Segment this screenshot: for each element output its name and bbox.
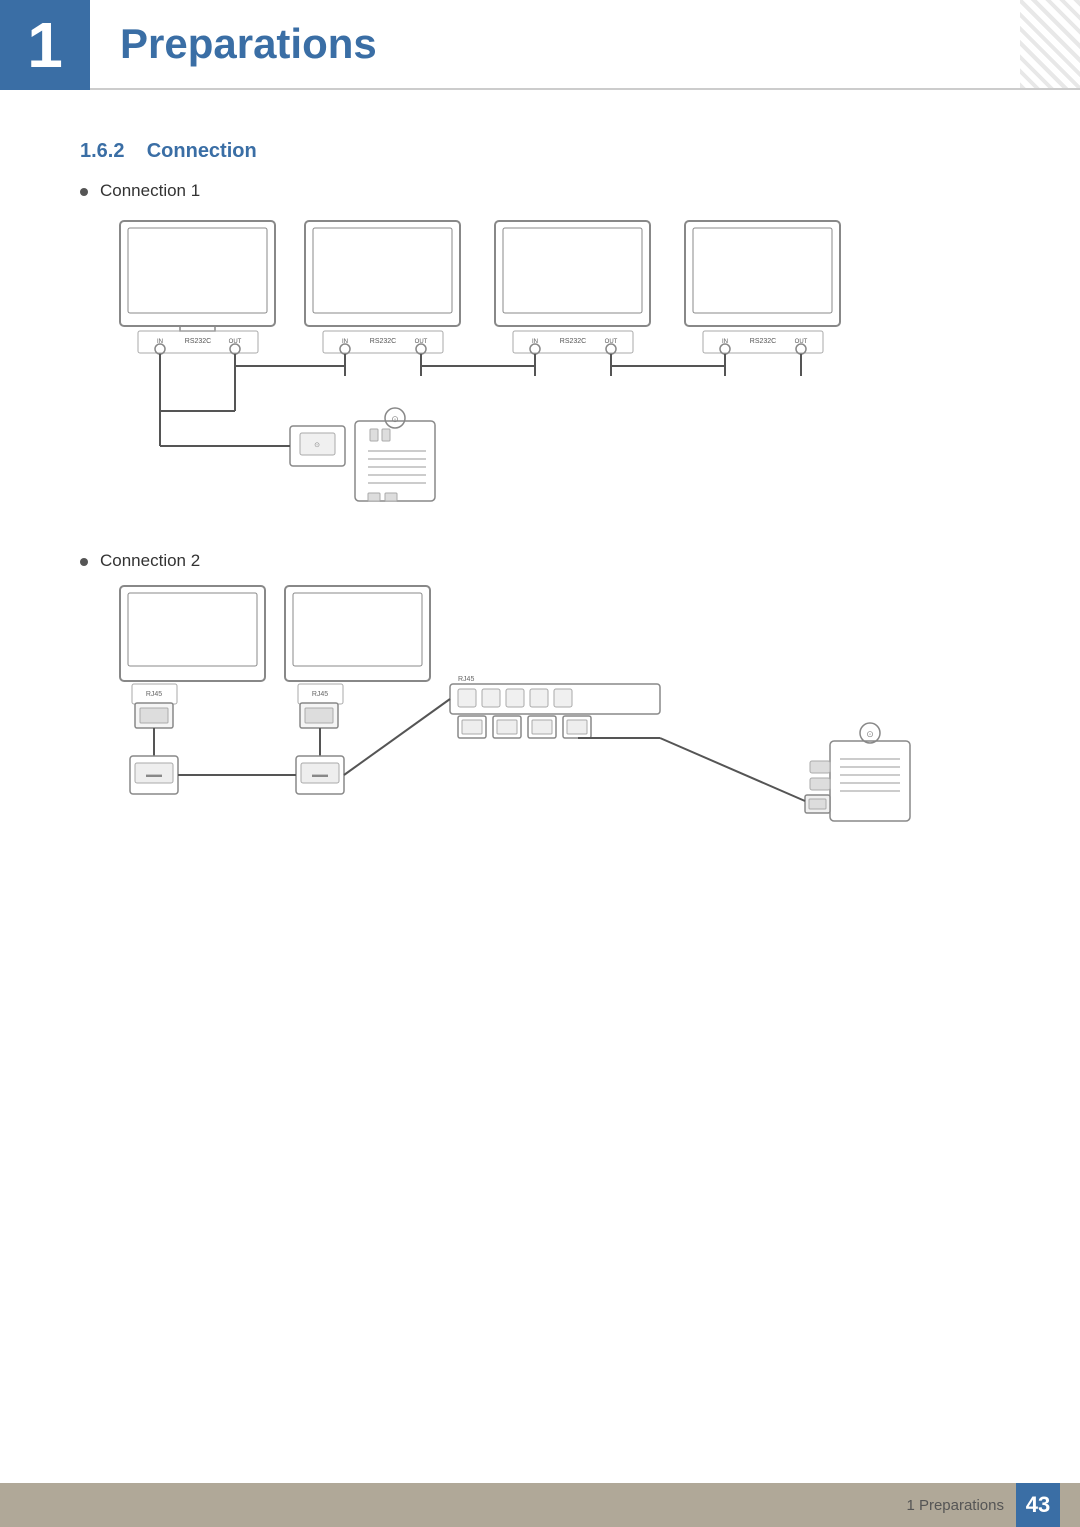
connection1-label: Connection 1 [100,181,200,201]
connection2-diagram: RJ45 RJ45 ▬▬ ▬▬ [110,581,1000,851]
svg-text:▬▬: ▬▬ [146,770,162,779]
chapter-title-block: Preparations [90,0,1020,90]
connection2-label: Connection 2 [100,551,200,571]
svg-text:RS232C: RS232C [750,338,776,345]
chapter-number: 1 [27,13,63,77]
chapter-title: Preparations [120,20,377,68]
page-footer: 1 Preparations 43 [0,1483,1080,1527]
svg-text:RS232C: RS232C [185,338,211,345]
svg-text:RJ45: RJ45 [458,676,474,683]
connection1-bullet: Connection 1 [80,181,1000,201]
svg-text:RS232C: RS232C [560,338,586,345]
svg-text:⊙: ⊙ [866,729,874,739]
header-stripe-decoration [1020,0,1080,90]
chapter-number-block: 1 [0,0,90,90]
svg-text:RJ45: RJ45 [146,691,162,698]
footer-text: 1 Preparations [906,1497,1004,1514]
connection2-svg: RJ45 RJ45 ▬▬ ▬▬ [110,581,930,851]
svg-text:RJ45: RJ45 [312,691,328,698]
page-number: 43 [1016,1483,1060,1527]
section-heading: 1.6.2 Connection [80,140,1000,163]
connection1-diagram: RS232C IN OUT RS232C IN OUT [110,211,1000,521]
page-header: 1 Preparations [0,0,1080,90]
connection2-bullet: Connection 2 [80,551,1000,571]
bullet-dot-2 [80,558,88,566]
bullet-dot [80,188,88,196]
main-content: 1.6.2 Connection Connection 1 RS232C IN … [0,90,1080,921]
svg-text:⊙: ⊙ [391,414,399,424]
svg-text:⊙: ⊙ [314,442,320,449]
svg-text:RS232C: RS232C [370,338,396,345]
svg-text:▬▬: ▬▬ [312,770,328,779]
connection1-svg: RS232C IN OUT RS232C IN OUT [110,211,930,521]
